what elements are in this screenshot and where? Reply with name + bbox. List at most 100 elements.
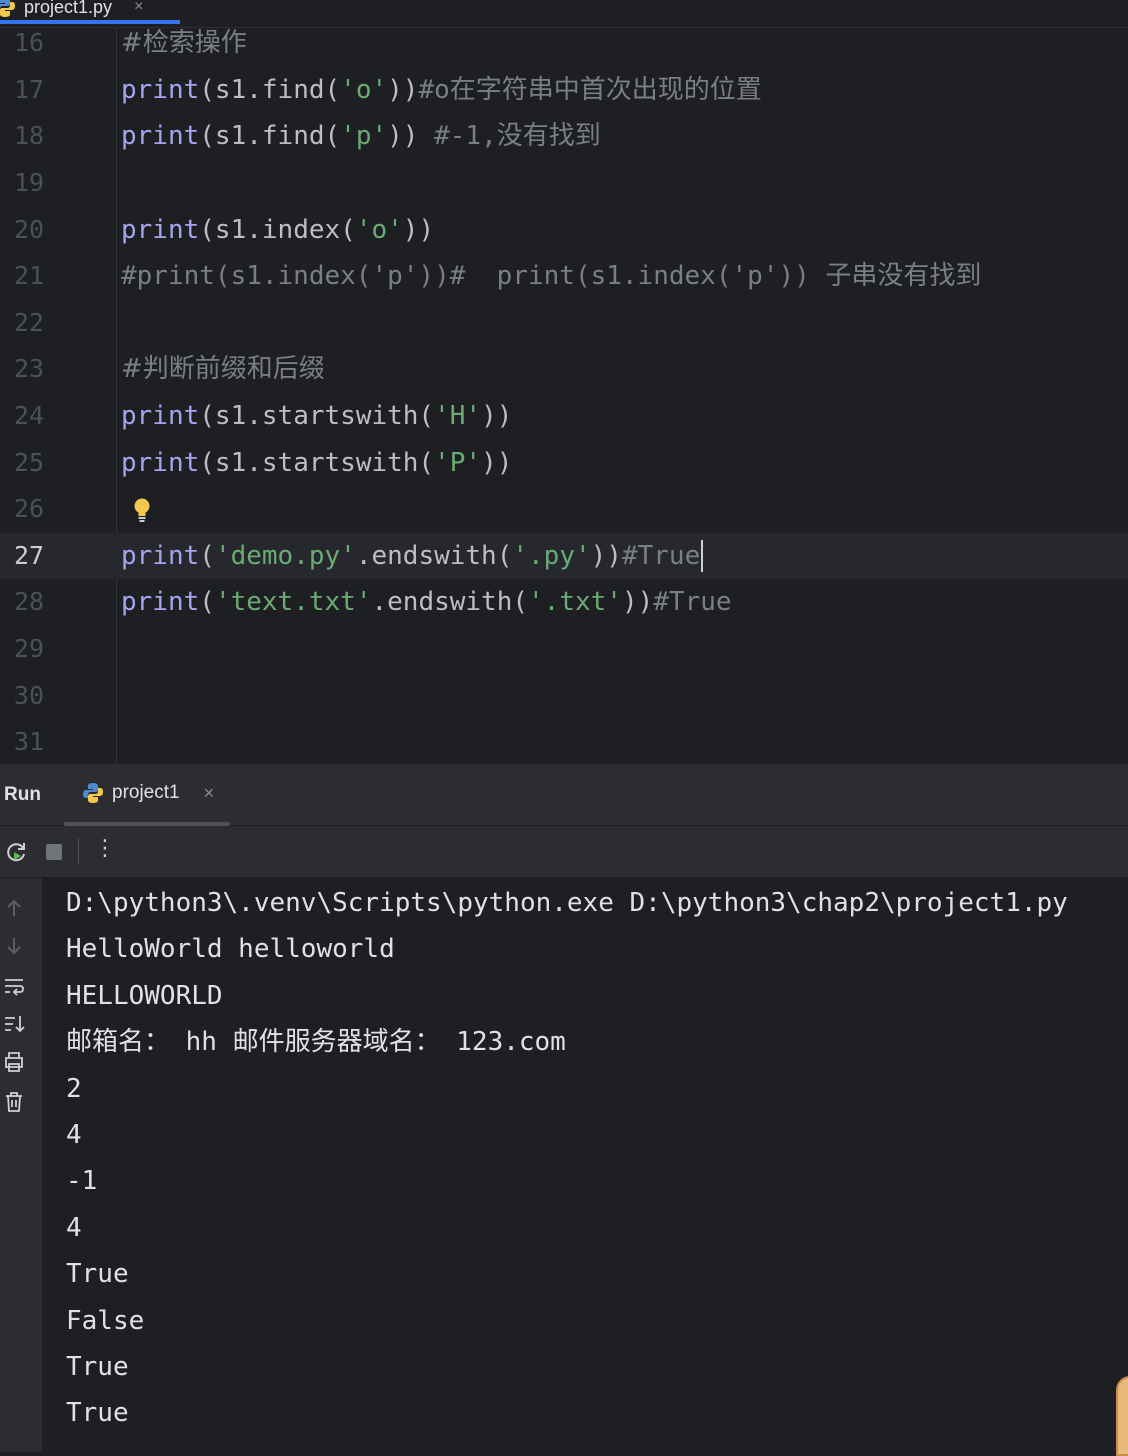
code-token: (: [199, 540, 215, 571]
run-tab-project1[interactable]: project1 ×: [82, 782, 214, 804]
console-line: True: [66, 1398, 129, 1429]
code-editor[interactable]: 16 #检索操作 17 print(s1.find('o'))#o在字符串中首次出现的…: [0, 28, 1128, 764]
console-line: False: [66, 1305, 145, 1336]
code-text: print(s1.startswith('H')): [121, 393, 512, 439]
line-number: 16: [14, 28, 45, 58]
code-token: 'o': [340, 74, 388, 105]
code-token: (s1.startswith(: [199, 401, 435, 432]
code-token: 'H': [434, 401, 482, 432]
line-number: 26: [14, 494, 45, 524]
run-panel-title: Run: [4, 784, 41, 805]
console-line: HelloWorld helloworld: [66, 934, 395, 965]
console-line: True: [66, 1352, 129, 1382]
code-line[interactable]: 24 print(s1.startswith('H')): [0, 393, 1128, 440]
code-text: #判断前缀和后缀: [121, 346, 325, 392]
line-number: 20: [14, 214, 45, 244]
code-token: 'text.txt': [214, 587, 372, 618]
run-toolbar: ⋮: [0, 826, 1128, 878]
code-text: print(s1.find('o'))#o在字符串中首次出现的位置: [121, 67, 762, 113]
code-token: )): [590, 540, 622, 571]
code-line[interactable]: 20 print(s1.index('o')): [0, 206, 1128, 253]
soft-wrap-icon[interactable]: [2, 974, 26, 998]
console-output[interactable]: D:\python3\.venv\Scripts\python.exe D:\p…: [42, 878, 1128, 1452]
code-line[interactable]: 26: [0, 486, 1128, 533]
line-number: 30: [14, 680, 45, 710]
console-line: 4: [66, 1120, 82, 1150]
code-line[interactable]: 19: [0, 160, 1128, 207]
arrow-up-icon[interactable]: [2, 896, 26, 920]
more-options-icon[interactable]: ⋮: [94, 836, 116, 861]
code-line[interactable]: 31: [0, 719, 1128, 766]
code-token: print: [121, 587, 200, 618]
code-token: print: [121, 447, 200, 478]
text-caret: [701, 540, 704, 573]
python-icon: [83, 783, 103, 803]
code-token: )): [481, 447, 513, 478]
code-token: 'P': [434, 447, 482, 478]
code-token: (: [199, 587, 215, 618]
line-number: 19: [14, 168, 45, 198]
code-line[interactable]: 25 print(s1.startswith('P')): [0, 439, 1128, 486]
code-token: #检索操作: [121, 28, 247, 59]
line-number: 29: [14, 634, 45, 664]
code-line[interactable]: 29: [0, 626, 1128, 673]
code-line[interactable]: 16 #检索操作: [0, 20, 1128, 67]
line-number: 18: [14, 121, 45, 151]
code-token: )): [402, 214, 435, 245]
code-line[interactable]: 28 print('text.txt'.endswith('.txt'))#Tru…: [0, 579, 1128, 626]
code-token: print: [121, 540, 200, 571]
code-line[interactable]: 30: [0, 672, 1128, 719]
code-line[interactable]: 21 #print(s1.index('p'))# print(s1.index(…: [0, 253, 1128, 300]
code-line[interactable]: 22: [0, 300, 1128, 347]
code-token: print: [121, 214, 200, 245]
code-text: #检索操作: [121, 20, 247, 66]
code-token: 'demo.py': [214, 540, 356, 571]
rerun-icon[interactable]: [4, 840, 28, 864]
code-text: print(s1.find('p')) #-1,没有找到: [121, 113, 601, 159]
print-icon[interactable]: [2, 1050, 26, 1074]
console-line: -1: [66, 1166, 98, 1197]
code-token: (s1.index(: [199, 214, 356, 245]
line-number: 17: [14, 74, 45, 104]
code-line[interactable]: 18 print(s1.find('p')) #-1,没有找到: [0, 113, 1128, 160]
code-line[interactable]: 23 #判断前缀和后缀: [0, 346, 1128, 393]
toolbar-separator: [78, 838, 79, 864]
stop-icon[interactable]: [42, 840, 66, 864]
run-tab-close-icon[interactable]: ×: [204, 783, 215, 804]
code-token: (s1.find(: [199, 121, 341, 152]
editor-tab-label: project1.py: [24, 0, 113, 17]
code-token: print: [121, 401, 200, 432]
console-line: 2: [66, 1073, 82, 1104]
code-text: print(s1.index('o')): [121, 207, 434, 253]
code-token: print: [121, 74, 200, 105]
line-number: 24: [14, 401, 45, 431]
code-token: #True: [621, 540, 701, 571]
code-token: .endswith(: [371, 587, 529, 618]
code-token: )): [387, 121, 435, 152]
code-token: 'p': [340, 121, 388, 152]
code-token: )): [621, 587, 654, 618]
code-token: #判断前缀和后缀: [121, 354, 325, 385]
trash-icon[interactable]: [2, 1090, 26, 1114]
code-line[interactable]: 27 print('demo.py'.endswith('.py'))#True: [0, 532, 1128, 580]
code-line[interactable]: 17 print(s1.find('o'))#o在字符串中首次出现的位置: [0, 67, 1128, 114]
scroll-to-end-icon[interactable]: [2, 1012, 26, 1036]
run-side-toolbar: [0, 878, 42, 1452]
console-line: HELLOWORLD: [66, 980, 223, 1011]
arrow-down-icon[interactable]: [2, 934, 26, 958]
console-line: True: [66, 1259, 129, 1290]
python-file-icon: [0, 0, 15, 17]
code-token: '.py': [512, 540, 591, 571]
run-panel-header: Run project1 ×: [0, 764, 1128, 826]
code-token: (s1.find(: [199, 74, 341, 105]
code-token: #o在字符串中首次出现的位置: [418, 74, 762, 105]
code-token: #True: [653, 587, 732, 618]
line-number: 28: [14, 587, 45, 617]
code-token: (s1.startswith(: [199, 447, 435, 478]
console-line: 4: [66, 1212, 82, 1243]
line-number: 31: [14, 727, 45, 757]
code-token: print: [121, 121, 200, 152]
tab-close-icon[interactable]: ×: [134, 0, 143, 16]
code-token: #-1,没有找到: [434, 121, 601, 152]
floating-assistant-widget[interactable]: [1116, 1376, 1128, 1456]
